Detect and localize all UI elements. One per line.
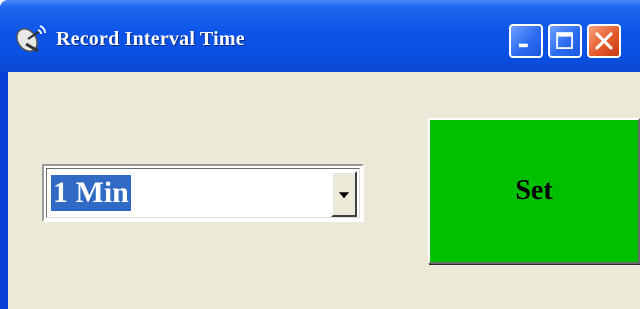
set-button[interactable]: Set <box>428 118 640 264</box>
satellite-dish-icon <box>14 22 48 56</box>
dropdown-arrow-button[interactable] <box>331 171 357 217</box>
maximize-button[interactable] <box>548 24 582 58</box>
title-bar[interactable]: Record Interval Time <box>0 0 640 72</box>
minimize-icon <box>518 43 528 48</box>
interval-dropdown-field[interactable]: 1 Min <box>46 168 360 218</box>
set-button-label: Set <box>515 175 553 206</box>
close-button[interactable] <box>587 24 621 58</box>
interval-dropdown[interactable]: 1 Min <box>42 164 364 222</box>
chevron-down-icon <box>338 192 350 199</box>
interval-selected-value[interactable]: 1 Min <box>51 175 131 211</box>
close-icon <box>595 32 613 50</box>
maximize-icon <box>556 32 573 49</box>
minimize-button[interactable] <box>509 24 543 58</box>
window-title: Record Interval Time <box>56 28 245 50</box>
app-window: Record Interval Time 1 Min Set <box>0 0 640 309</box>
window-client-area: 1 Min Set <box>8 72 640 309</box>
